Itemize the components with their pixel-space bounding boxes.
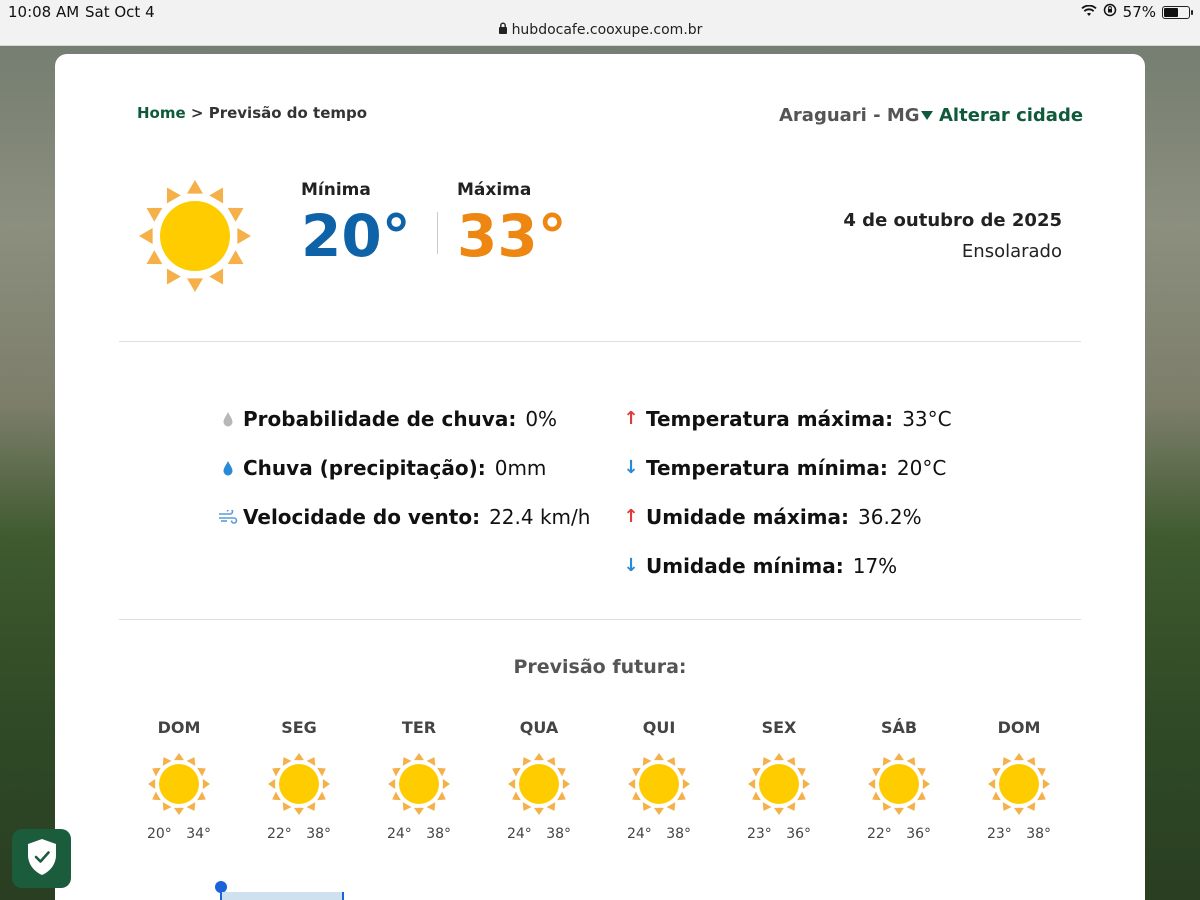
detail-value: 0% (525, 406, 558, 431)
status-indicators: 57% (1081, 3, 1193, 21)
status-date: Sat Oct 4 (85, 3, 155, 21)
forecast-day: QUI 24° 38° (599, 718, 719, 842)
forecast-day: SEX 23° 36° (719, 718, 839, 842)
shield-check-icon (25, 837, 59, 881)
forecast-day-name: TER (401, 718, 437, 737)
forecast-day-temps: 20° 34° (146, 826, 212, 842)
address-bar[interactable]: hubdocafe.cooxupe.com.br (0, 22, 1200, 38)
breadcrumb-current: Previsão do tempo (208, 104, 368, 122)
forecast-day: DOM 23° 38° (959, 718, 1079, 842)
arrow-up-icon: ↑ (623, 506, 639, 527)
url-text: hubdocafe.cooxupe.com.br (511, 22, 703, 38)
forecast-day-name: SEX (761, 718, 797, 737)
sun-icon (119, 744, 239, 824)
forecast-day-name: SEG (281, 718, 317, 737)
arrow-up-icon: ↑ (623, 408, 639, 429)
detail-wind-speed: Velocidade do vento: 22.4 km/h (215, 492, 590, 541)
sun-icon (599, 744, 719, 824)
rain-chance-icon (215, 411, 241, 427)
sun-icon (135, 176, 255, 300)
temp-divider (437, 212, 438, 254)
sun-icon (959, 744, 1079, 824)
detail-value: 0mm (494, 455, 547, 480)
forecast-day-temps: 24° 38° (386, 826, 452, 842)
forecast-day-temps: 24° 38° (626, 826, 692, 842)
change-city-button[interactable]: Alterar cidade (921, 105, 1083, 126)
detail-max-humidity: ↑ Umidade máxima: 36.2% (618, 492, 952, 541)
detail-rain-chance: Probabilidade de chuva: 0% (215, 394, 590, 443)
breadcrumb-separator: > (190, 104, 204, 122)
forecast-day: SÁB 22° 36° (839, 718, 959, 842)
selection-box (220, 892, 344, 900)
weather-condition: Ensolarado (961, 241, 1062, 262)
orientation-lock-icon (1103, 3, 1117, 21)
forecast-day-temps: 22° 38° (266, 826, 332, 842)
raindrop-icon (215, 460, 241, 476)
forecast-day-name: DOM (157, 718, 201, 737)
wind-icon (215, 509, 241, 524)
detail-label: Temperatura máxima: (646, 406, 894, 431)
details-right-column: ↑ Temperatura máxima: 33°C ↓ Temperatura… (618, 394, 952, 590)
detail-value: 20°C (896, 455, 947, 480)
detail-label: Probabilidade de chuva: (243, 406, 517, 431)
forecast-day-temps: 22° 36° (866, 826, 932, 842)
lock-icon (498, 22, 508, 37)
sun-icon (839, 744, 959, 824)
detail-min-temperature: ↓ Temperatura mínima: 20°C (618, 443, 952, 492)
max-temp-value: 33° (457, 202, 567, 270)
change-city-label: Alterar cidade (939, 105, 1084, 126)
city-name: Araguari - MG (779, 105, 920, 126)
detail-label: Umidade mínima: (646, 553, 844, 578)
min-temp-label: Mínima (301, 180, 371, 200)
detail-value: 22.4 km/h (489, 504, 591, 529)
security-shield-button[interactable] (12, 829, 71, 888)
weather-card: Home > Previsão do tempo Araguari - MG A… (55, 54, 1145, 900)
divider (119, 341, 1081, 342)
forecast-day: TER 24° 38° (359, 718, 479, 842)
forecast-day-temps: 23° 38° (986, 826, 1052, 842)
forecast-day: DOM 20° 34° (119, 718, 239, 842)
caret-down-icon (921, 111, 933, 120)
battery-icon (1162, 5, 1193, 19)
detail-value: 33°C (902, 406, 952, 431)
detail-value: 17% (852, 553, 898, 578)
status-bar: 10:08 AM Sat Oct 4 57% hubdocafe.cooxupe… (0, 0, 1200, 46)
min-temp-value: 20° (301, 202, 411, 270)
forecast-day: QUA 24° 38° (479, 718, 599, 842)
sun-icon (719, 744, 839, 824)
forecast-title: Previsão futura: (513, 656, 687, 678)
forecast-day-name: QUI (642, 718, 676, 737)
detail-label: Temperatura mínima: (646, 455, 888, 480)
detail-min-humidity: ↓ Umidade mínima: 17% (618, 541, 952, 590)
arrow-down-icon: ↓ (623, 555, 639, 576)
forecast-date: 4 de outubro de 2025 (843, 210, 1062, 231)
max-temp-label: Máxima (457, 180, 532, 200)
sun-icon (479, 744, 599, 824)
sun-icon (239, 744, 359, 824)
wifi-icon (1081, 3, 1097, 21)
forecast-day: SEG 22° 38° (239, 718, 359, 842)
detail-label: Velocidade do vento: (243, 504, 481, 529)
forecast-list: DOM 20° 34° SEG 22° 38° TER 24° 38° QUA … (119, 718, 1079, 842)
details-left-column: Probabilidade de chuva: 0% Chuva (precip… (215, 394, 590, 541)
detail-label: Chuva (precipitação): (243, 455, 486, 480)
status-time: 10:08 AM (8, 3, 80, 21)
forecast-day-temps: 23° 36° (746, 826, 812, 842)
forecast-day-name: QUA (519, 718, 559, 737)
sun-icon (359, 744, 479, 824)
forecast-day-temps: 24° 38° (506, 826, 572, 842)
forecast-day-name: SÁB (880, 718, 918, 737)
detail-label: Umidade máxima: (646, 504, 850, 529)
divider (119, 619, 1081, 620)
arrow-down-icon: ↓ (623, 457, 639, 478)
battery-percent: 57% (1122, 3, 1156, 21)
forecast-day-name: DOM (997, 718, 1041, 737)
breadcrumb-home-link[interactable]: Home (137, 104, 186, 122)
breadcrumb: Home > Previsão do tempo (137, 104, 367, 122)
battery-level (1164, 7, 1178, 17)
detail-value: 36.2% (858, 504, 922, 529)
detail-precipitation: Chuva (precipitação): 0mm (215, 443, 590, 492)
detail-max-temperature: ↑ Temperatura máxima: 33°C (618, 394, 952, 443)
